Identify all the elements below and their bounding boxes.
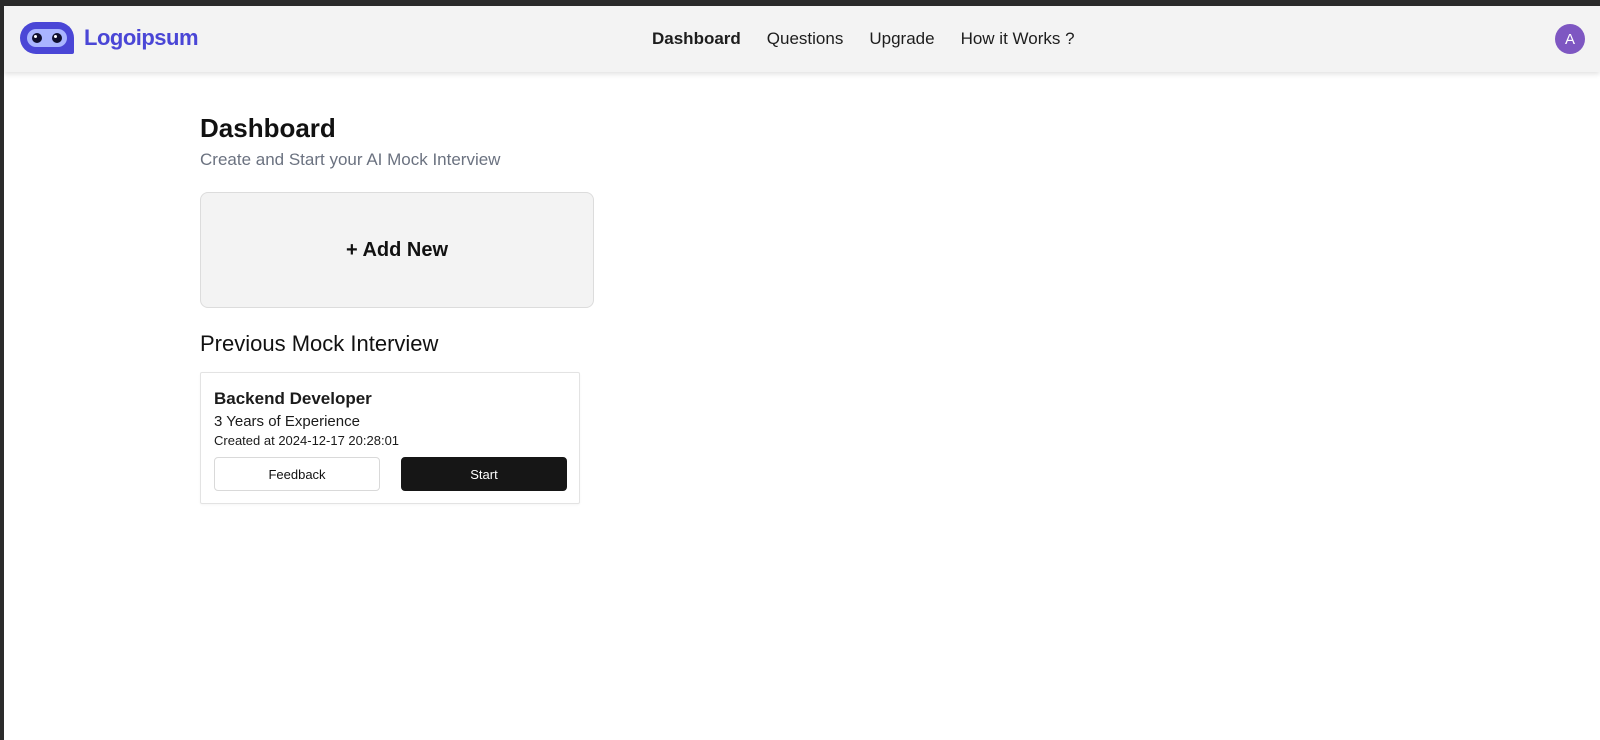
robot-logo-icon: [20, 22, 74, 54]
feedback-button[interactable]: Feedback: [214, 457, 380, 491]
main-nav: Dashboard Questions Upgrade How it Works…: [652, 6, 1101, 72]
interview-role: Backend Developer: [214, 389, 372, 408]
user-avatar[interactable]: A: [1555, 24, 1585, 54]
add-new-label: + Add New: [345, 238, 449, 261]
page-subtitle: Create and Start your AI Mock Interview: [200, 150, 501, 169]
dashboard-main: Dashboard Create and Start your AI Mock …: [200, 112, 1000, 504]
interview-card: Backend Developer 3 Years of Experience …: [200, 372, 580, 504]
start-button[interactable]: Start: [401, 457, 567, 491]
nav-item-upgrade[interactable]: Upgrade: [869, 29, 934, 49]
page-title: Dashboard: [200, 113, 336, 143]
interview-created-at: Created at 2024-12-17 20:28:01: [214, 433, 400, 448]
previous-interviews-heading: Previous Mock Interview: [200, 331, 439, 356]
browser-viewport: Logoipsum Dashboard Questions Upgrade Ho…: [4, 6, 1600, 740]
nav-item-how-it-works[interactable]: How it Works ?: [961, 29, 1075, 49]
nav-item-questions[interactable]: Questions: [767, 29, 844, 49]
interview-experience: 3 Years of Experience: [214, 413, 360, 430]
add-new-interview-card[interactable]: + Add New: [200, 192, 594, 308]
logo[interactable]: Logoipsum: [20, 22, 199, 54]
logo-text: Logoipsum: [84, 25, 199, 50]
nav-item-dashboard[interactable]: Dashboard: [652, 29, 741, 49]
top-navbar: Logoipsum Dashboard Questions Upgrade Ho…: [4, 6, 1600, 72]
